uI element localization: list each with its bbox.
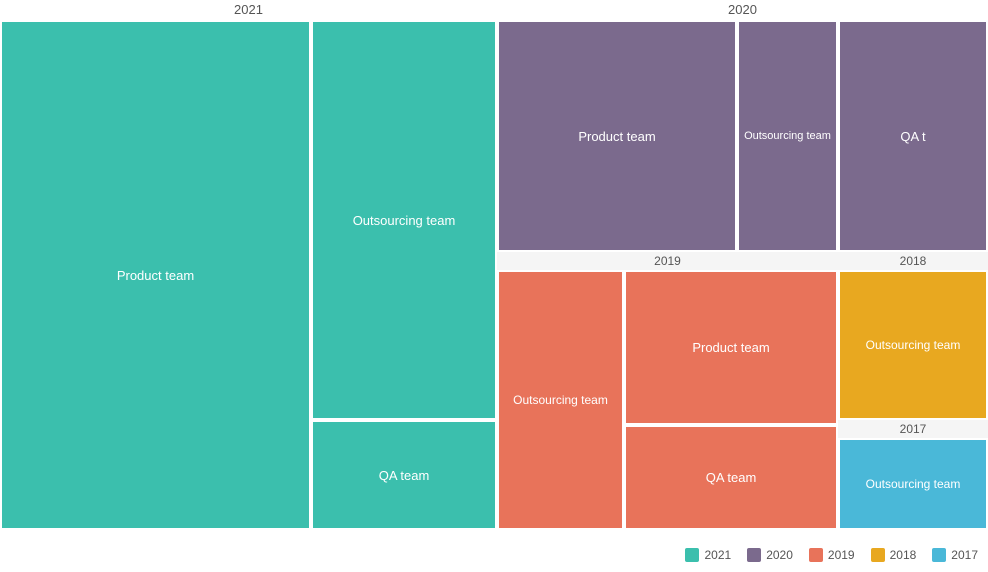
legend-color-2017 xyxy=(932,548,946,562)
legend-label-2018: 2018 xyxy=(890,548,917,562)
legend-item-2017: 2017 xyxy=(932,548,978,562)
legend-item-2020: 2020 xyxy=(747,548,793,562)
year-header-2017: 2017 xyxy=(838,420,988,438)
cell-2019-outsourcing: Outsourcing team xyxy=(497,270,624,530)
cell-2021-outsourcing: Outsourcing team xyxy=(311,20,497,420)
legend-color-2021 xyxy=(685,548,699,562)
chart-legend: 2021 2020 2019 2018 2017 xyxy=(685,548,978,562)
cell-2017-outsourcing: Outsourcing team xyxy=(838,438,988,530)
year-header-2019: 2019 xyxy=(497,252,838,270)
legend-color-2020 xyxy=(747,548,761,562)
cell-2019-qa: QA team xyxy=(624,425,838,530)
cell-2020-outsourcing: Outsourcing team xyxy=(737,20,838,252)
year-header-2021: 2021 xyxy=(0,0,497,20)
legend-label-2021: 2021 xyxy=(704,548,731,562)
legend-label-2019: 2019 xyxy=(828,548,855,562)
cell-2019-product: Product team xyxy=(624,270,838,425)
cell-2020-qa: QA t xyxy=(838,20,988,252)
cell-2018-outsourcing: Outsourcing team xyxy=(838,270,988,420)
cell-2021-qa: QA team xyxy=(311,420,497,530)
legend-label-2020: 2020 xyxy=(766,548,793,562)
treemap-chart: 2021 2020 2019 2018 2017 Product team Ou… xyxy=(0,0,988,572)
legend-color-2019 xyxy=(809,548,823,562)
legend-label-2017: 2017 xyxy=(951,548,978,562)
legend-item-2018: 2018 xyxy=(871,548,917,562)
cell-2021-product: Product team xyxy=(0,20,311,530)
legend-item-2021: 2021 xyxy=(685,548,731,562)
legend-item-2019: 2019 xyxy=(809,548,855,562)
year-header-2020: 2020 xyxy=(497,0,988,20)
cell-2020-product: Product team xyxy=(497,20,737,252)
year-header-2018: 2018 xyxy=(838,252,988,270)
legend-color-2018 xyxy=(871,548,885,562)
